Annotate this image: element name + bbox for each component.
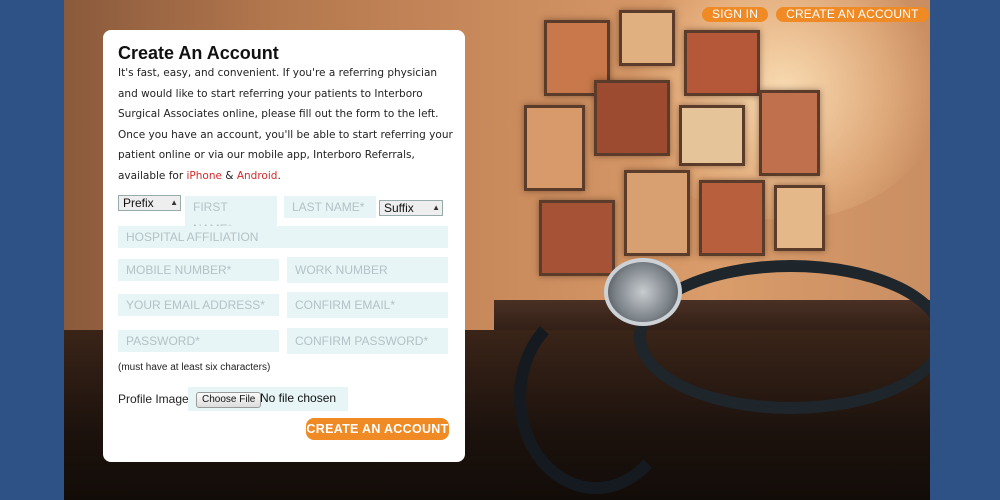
password-field[interactable]: PASSWORD* bbox=[118, 330, 279, 352]
intro-body: It's fast, easy, and convenient. If you'… bbox=[118, 67, 453, 182]
confirm-email-field[interactable]: CONFIRM EMAIL* bbox=[287, 292, 448, 318]
stethoscope-chestpiece bbox=[604, 258, 682, 326]
choose-file-button[interactable]: Choose File bbox=[196, 392, 262, 408]
art-tile bbox=[539, 200, 615, 276]
art-tile bbox=[774, 185, 825, 251]
and-text: & bbox=[221, 169, 237, 182]
select-arrows-icon: ▲ bbox=[432, 203, 440, 212]
form-title: Create An Account bbox=[118, 43, 279, 63]
art-tile bbox=[619, 10, 675, 66]
create-account-button[interactable]: CREATE AN ACCOUNT bbox=[306, 418, 449, 440]
period: . bbox=[277, 169, 281, 182]
sign-in-link[interactable]: SIGN IN bbox=[702, 7, 769, 22]
create-account-link[interactable]: CREATE AN ACCOUNT bbox=[776, 7, 929, 22]
art-tile bbox=[759, 90, 820, 176]
art-tile bbox=[699, 180, 765, 256]
password-note: (must have at least six characters) bbox=[118, 362, 271, 373]
confirm-password-field[interactable]: CONFIRM PASSWORD* bbox=[287, 328, 448, 354]
art-tile bbox=[679, 105, 745, 166]
wall-art bbox=[524, 10, 825, 300]
hospital-affiliation-field[interactable]: HOSPITAL AFFILIATION bbox=[118, 226, 448, 248]
prefix-select[interactable]: Prefix ▲ bbox=[118, 195, 181, 211]
select-arrows-icon: ▲ bbox=[170, 198, 178, 207]
art-tile bbox=[524, 105, 585, 191]
email-field[interactable]: YOUR EMAIL ADDRESS* bbox=[118, 294, 279, 316]
prefix-select-value: Prefix bbox=[123, 196, 154, 210]
iphone-link[interactable]: iPhone bbox=[187, 170, 222, 182]
last-name-field[interactable]: LAST NAME* bbox=[284, 196, 376, 218]
android-link[interactable]: Android bbox=[237, 170, 278, 182]
suffix-select-value: Suffix bbox=[384, 201, 414, 215]
mobile-number-field[interactable]: MOBILE NUMBER* bbox=[118, 259, 279, 281]
work-number-field[interactable]: WORK NUMBER bbox=[287, 257, 448, 283]
top-nav: SIGN IN CREATE AN ACCOUNT bbox=[702, 7, 929, 22]
suffix-select[interactable]: Suffix ▲ bbox=[379, 200, 443, 216]
art-tile bbox=[624, 170, 690, 256]
art-tile bbox=[594, 80, 670, 156]
art-tile bbox=[684, 30, 760, 96]
profile-image-input: Choose File No file chosen bbox=[188, 387, 348, 411]
no-file-text: No file chosen bbox=[260, 391, 337, 405]
create-account-card: Create An Account It's fast, easy, and c… bbox=[103, 30, 465, 462]
profile-image-label: Profile Image bbox=[118, 392, 189, 406]
intro-text: It's fast, easy, and convenient. If you'… bbox=[118, 63, 458, 186]
